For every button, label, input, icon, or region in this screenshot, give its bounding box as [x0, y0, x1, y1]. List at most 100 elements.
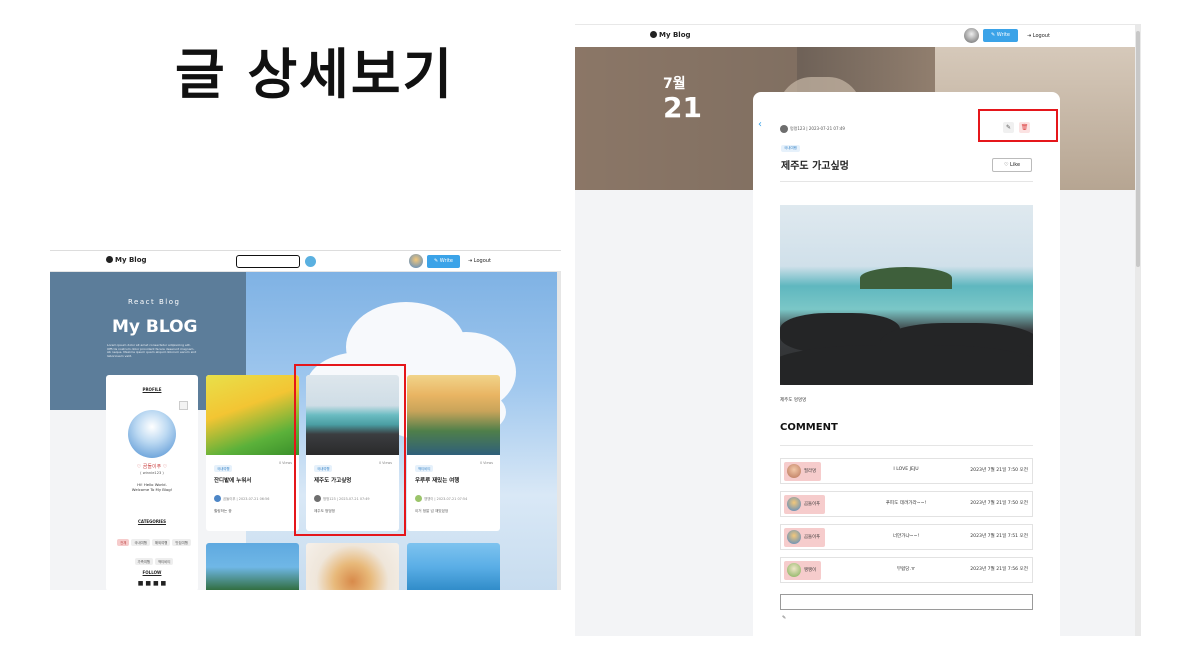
hero-title: My BLOG — [112, 317, 198, 337]
logo-icon — [106, 256, 113, 263]
edit-profile-icon[interactable] — [179, 401, 188, 410]
twitter-icon[interactable]: ■ — [145, 580, 151, 587]
like-button[interactable]: ♡ Like — [992, 158, 1032, 172]
profile-intro: Hi! Hello World. Welcome To My Blog! — [106, 482, 198, 492]
submit-comment-icon[interactable]: ✎ — [782, 615, 791, 624]
hero-subtitle: React Blog — [128, 298, 181, 306]
scrollbar[interactable] — [557, 272, 561, 590]
social-icons: ■ ■ ■ ■ — [106, 580, 198, 587]
comment-text: 부럽당.ㅠ — [896, 567, 916, 572]
category-chip[interactable]: 맛집여행 — [172, 539, 191, 546]
comment-author[interactable]: 곰돌이푸 — [784, 528, 826, 547]
post-card[interactable] — [306, 543, 399, 590]
comment-username: 곰돌이푸 — [804, 535, 821, 540]
post-views: 0 Views — [278, 461, 292, 465]
category-chip[interactable]: 가족여행 — [134, 558, 153, 565]
facebook-icon[interactable]: ■ — [138, 580, 144, 587]
avatar[interactable] — [964, 28, 979, 43]
post-thumbnail — [206, 375, 299, 455]
post-title: 우루루 재밌는 여행 — [415, 478, 460, 484]
intro-line-2: Welcome To My Blog! — [131, 487, 173, 492]
heart-icon: ♡ — [1003, 162, 1009, 168]
brand[interactable]: My Blog — [106, 256, 147, 264]
post-author: 멍멍123 — [790, 126, 805, 131]
instagram-icon[interactable]: ■ — [153, 580, 159, 587]
post-excerpt: 힐링하는 중 — [214, 509, 232, 513]
category-list: 전체 국내여행 해외여행 맛집여행가족여행 액티비티 — [116, 529, 192, 567]
comment-input[interactable] — [780, 594, 1033, 610]
category-chip[interactable]: 국내여행 — [131, 539, 150, 546]
post-card[interactable]: 0 Views 액티비티 우루루 재밌는 여행 땡땡이 | 2023-07-21… — [407, 375, 500, 531]
post-timestamp: 2023-07-21 07:49 — [808, 126, 845, 131]
post-byline: 멍멍123 | 2023-07-21 07:49 — [790, 126, 845, 131]
comment-row: 땡땡이 부럽당.ㅠ 2023년 7월 21일 7:56 오전 — [780, 557, 1033, 583]
divider — [780, 445, 1033, 446]
comment-text: 너만가냐~~! — [892, 534, 920, 539]
post-category: 국내여행 — [214, 465, 233, 472]
post-thumbnail — [407, 375, 500, 455]
comment-author[interactable]: 땡땡이 — [784, 561, 822, 580]
write-label: Write — [996, 32, 1010, 38]
profile-picture — [128, 410, 176, 458]
comment-date: 2023년 7월 21일 7:50 오전 — [970, 501, 1028, 506]
post-date: 2023-07-21 07:54 — [436, 497, 468, 501]
comment-avatar — [787, 562, 801, 577]
comment-username: 땡땡이 — [804, 568, 817, 573]
follow-heading: FOLLOW — [142, 570, 162, 575]
comment-heading: COMMENT — [780, 422, 838, 433]
post-card[interactable] — [206, 543, 299, 590]
post-category: 액티비티 — [415, 465, 434, 472]
comment-row: 곰돌이푸 너만가냐~~! 2023년 7월 21일 7:51 오전 — [780, 524, 1033, 550]
category-chip[interactable]: 전체 — [117, 539, 130, 546]
comment-row: 필라멍 I LOVE JEJU 2023년 7월 21일 7:50 오전 — [780, 458, 1033, 484]
comment-username: 필라멍 — [804, 469, 817, 474]
post-author: 곰돌이푸 — [223, 497, 236, 501]
comment-date: 2023년 7월 21일 7:56 오전 — [970, 567, 1028, 572]
author-avatar — [780, 125, 788, 133]
logout-button[interactable]: ⇥ Logout — [468, 258, 491, 264]
category-chip[interactable]: 해외여행 — [151, 539, 171, 546]
logo-icon — [650, 31, 657, 38]
category-chip[interactable]: 액티비티 — [155, 558, 174, 565]
comment-author[interactable]: 필라멍 — [784, 462, 822, 481]
comment-avatar — [787, 463, 801, 478]
comment-date: 2023년 7월 21일 7:51 오전 — [970, 534, 1028, 539]
post-card[interactable] — [407, 543, 500, 590]
avatar[interactable] — [409, 254, 423, 268]
comment-username: 곰돌이푸 — [804, 502, 821, 507]
comment-author[interactable]: 곰돌이푸 — [784, 495, 826, 514]
page-title: 글 상세보기 — [175, 43, 455, 106]
highlight-box — [978, 109, 1058, 142]
post-body: 제주도 멍멍멍 — [780, 398, 807, 403]
post-title: 잔디밭에 누워서 — [214, 478, 252, 484]
hero-description: Lorem ipsum dolor sit amet consectetur a… — [107, 343, 197, 358]
brand-label: My Blog — [115, 256, 147, 264]
profile-name: ♡ 곰돌이푸 ♡ — [136, 464, 168, 470]
post-card[interactable]: 0 Views 국내여행 잔디밭에 누워서 곰돌이푸 | 2023-07-21 … — [206, 375, 299, 531]
github-icon[interactable]: ■ — [161, 580, 167, 587]
write-button[interactable]: ✎ Write — [427, 255, 460, 268]
comment-text: I LOVE JEJU — [893, 467, 919, 472]
author-avatar — [214, 495, 221, 502]
scrollbar[interactable] — [1135, 25, 1141, 636]
comment-avatar — [787, 529, 801, 544]
search-icon[interactable] — [305, 256, 316, 267]
logout-icon: ⇥ — [1027, 33, 1032, 39]
post-month: 7월 — [663, 76, 686, 92]
logout-button[interactable]: ⇥ Logout — [1027, 33, 1050, 39]
navbar: My Blog ✎ Write ⇥ Logout — [50, 251, 561, 272]
post-views: 0 Views — [479, 461, 493, 465]
search-input[interactable] — [236, 255, 300, 268]
back-icon[interactable]: ‹ — [758, 119, 770, 133]
comment-avatar — [787, 496, 801, 511]
categories-heading: CATEGORIES — [137, 519, 167, 524]
write-label: Write — [439, 258, 453, 264]
like-label: Like — [1010, 162, 1021, 168]
scrollbar-thumb[interactable] — [1136, 31, 1140, 267]
write-button[interactable]: ✎ Write — [983, 29, 1018, 42]
profile-card: PROFILE ♡ 곰돌이푸 ♡ ( winnie123 ) Hi! Hello… — [106, 375, 198, 590]
comment-row: 곰돌이푸 푸피도 데려가라~~! 2023년 7월 21일 7:50 오전 — [780, 491, 1033, 517]
profile-heading: PROFILE — [142, 387, 162, 392]
brand[interactable]: My Blog — [650, 31, 691, 39]
post-author: 땡땡이 — [424, 497, 434, 501]
